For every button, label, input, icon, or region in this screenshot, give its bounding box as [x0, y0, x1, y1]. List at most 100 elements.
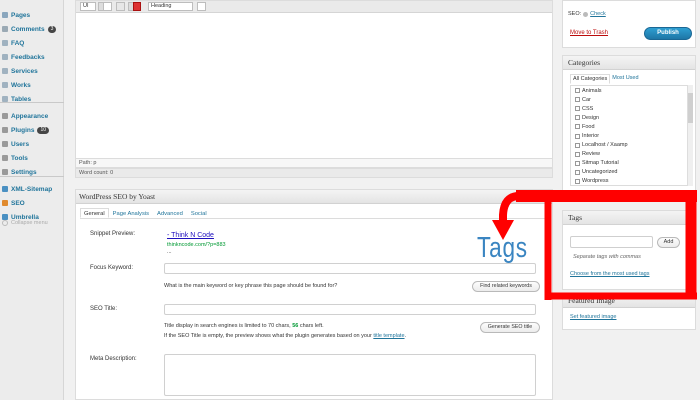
generate-seo-title-button[interactable]: Generate SEO title — [480, 322, 540, 333]
tab-most-used[interactable]: Most Used — [610, 74, 640, 84]
category-checkbox[interactable] — [575, 178, 580, 184]
new-tag-input[interactable] — [570, 236, 653, 248]
category-item[interactable]: Interior — [571, 131, 687, 140]
category-checkbox[interactable] — [575, 106, 580, 112]
category-item[interactable]: Review — [571, 150, 687, 159]
sidebar-item-label: Appearance — [11, 112, 49, 120]
comments-icon — [2, 26, 8, 32]
sidebar-item-seo[interactable]: SEO — [0, 196, 64, 210]
collapse-menu[interactable]: Collapse menu — [2, 220, 48, 226]
sidebar-item-pages[interactable]: Pages — [0, 8, 64, 22]
word-count: Word count: 0 — [75, 168, 553, 178]
category-item[interactable]: Localhost / Xaamp — [571, 141, 687, 150]
sidebar-item-users[interactable]: Users — [0, 137, 64, 151]
seo-metabox: WordPress SEO by Yoast General Page Anal… — [75, 189, 553, 400]
sidebar-item-label: Pages — [11, 11, 31, 19]
pages-icon — [2, 12, 8, 18]
category-item[interactable]: Uncategorized — [571, 168, 687, 177]
category-checkbox[interactable] — [575, 160, 580, 166]
annotation-tags-label: Tags — [477, 232, 528, 264]
category-checklist[interactable]: Animals Car CSS Design Food Interior Localhost… — [570, 85, 688, 186]
wordpress-more-icon[interactable] — [133, 2, 141, 11]
category-checkbox[interactable] — [575, 115, 580, 121]
category-checkbox[interactable] — [575, 169, 580, 175]
tools-icon — [2, 155, 8, 161]
meta-description-input[interactable] — [164, 354, 536, 396]
category-checkbox[interactable] — [575, 142, 580, 148]
format-select[interactable]: Heading — [148, 2, 193, 11]
category-item[interactable]: Food — [571, 122, 687, 131]
sidebar-item-services[interactable]: Services — [0, 64, 64, 78]
add-tag-button[interactable]: Add — [657, 237, 680, 248]
sidebar-item-tables[interactable]: Tables — [0, 92, 64, 106]
choose-tags-link[interactable]: Choose from the most used tags — [570, 271, 649, 277]
category-item[interactable]: Design — [571, 113, 687, 122]
snippet-title[interactable]: - Think N Code — [167, 232, 214, 239]
seo-check-link[interactable]: Check — [590, 11, 606, 17]
find-related-keywords-button[interactable]: Find related keywords — [472, 281, 540, 292]
editor-toolbar: UI Heading — [76, 1, 552, 13]
sidebar-item-comments[interactable]: Comments 3 — [0, 22, 64, 36]
indent-icon[interactable] — [116, 2, 125, 11]
category-item[interactable]: CSS — [571, 104, 687, 113]
collapse-icon — [2, 220, 8, 226]
list-style-select[interactable]: UI — [80, 2, 96, 11]
categories-box: Categories All Categories Most Used Anim… — [562, 55, 696, 193]
outdent-button[interactable] — [103, 2, 112, 11]
focus-keyword-help: What is the main keyword or key phrase t… — [164, 283, 338, 289]
category-item[interactable]: Sitmap Tutorial — [571, 159, 687, 168]
sidebar-item-label: XML-Sitemap — [11, 185, 53, 193]
tags-box: Tags Add Separate tags with commas Choos… — [562, 210, 696, 290]
list-style-value: UI — [83, 3, 89, 9]
snippet-preview-label: Snippet Preview: — [90, 231, 136, 237]
tab-all-categories[interactable]: All Categories — [570, 74, 611, 84]
post-editor[interactable]: UI Heading — [75, 0, 553, 178]
sidebar-item-appearance[interactable]: Appearance — [0, 109, 64, 123]
category-checkbox[interactable] — [575, 97, 580, 103]
category-item[interactable]: Car — [571, 95, 687, 104]
tab-general[interactable]: General — [80, 208, 109, 218]
set-featured-image-link[interactable]: Set featured image — [570, 314, 616, 320]
seo-icon — [2, 200, 8, 206]
fullscreen-icon[interactable] — [197, 2, 206, 11]
tab-social[interactable]: Social — [187, 208, 211, 218]
title-help-text: Title display in search engines is limit… — [164, 323, 291, 329]
category-checkbox[interactable] — [575, 124, 580, 130]
seo-tabs: General Page Analysis Advanced Social — [80, 208, 211, 218]
category-scrollbar[interactable] — [687, 85, 693, 186]
publish-button[interactable]: Publish — [644, 27, 692, 40]
categories-tabs: All Categories Most Used — [570, 74, 641, 84]
faq-icon — [2, 40, 8, 46]
category-label: Car — [582, 96, 591, 103]
categories-title: Categories — [563, 56, 695, 70]
seo-title-input[interactable] — [164, 304, 536, 315]
category-checkbox[interactable] — [575, 133, 580, 139]
title-template-link[interactable]: title template — [373, 333, 404, 339]
seo-title-label: SEO Title: — [90, 306, 118, 312]
sidebar-item-faq[interactable]: FAQ — [0, 36, 64, 50]
sitemap-icon — [2, 186, 8, 192]
category-label: Design — [582, 114, 600, 121]
seo-title-help-2: If the SEO Title is empty, the preview s… — [164, 333, 406, 339]
sidebar-item-plugins[interactable]: Plugins 10 — [0, 123, 64, 137]
users-icon — [2, 141, 8, 147]
category-item[interactable]: Wordpress — [571, 177, 687, 185]
category-item[interactable]: Animals — [571, 86, 687, 95]
move-to-trash-link[interactable]: Move to Trash — [570, 30, 608, 36]
tab-advanced[interactable]: Advanced — [153, 208, 187, 218]
chars-left-count: 56 — [292, 323, 299, 329]
sidebar-item-xml-sitemap[interactable]: XML-Sitemap — [0, 182, 64, 196]
sidebar-item-tools[interactable]: Tools — [0, 151, 64, 165]
category-label: Review — [582, 151, 601, 158]
category-checkbox[interactable] — [575, 151, 580, 157]
sidebar-item-feedbacks[interactable]: Feedbacks — [0, 50, 64, 64]
sidebar-count-badge: 10 — [37, 126, 50, 134]
works-icon — [2, 82, 8, 88]
services-icon — [2, 68, 8, 74]
tag-hint: Separate tags with commas — [573, 254, 641, 260]
title-help-2-end: . — [404, 333, 407, 339]
category-checkbox[interactable] — [575, 88, 580, 94]
sidebar-item-works[interactable]: Works — [0, 78, 64, 92]
scrollbar-thumb[interactable] — [688, 93, 693, 123]
tab-page-analysis[interactable]: Page Analysis — [109, 208, 153, 218]
